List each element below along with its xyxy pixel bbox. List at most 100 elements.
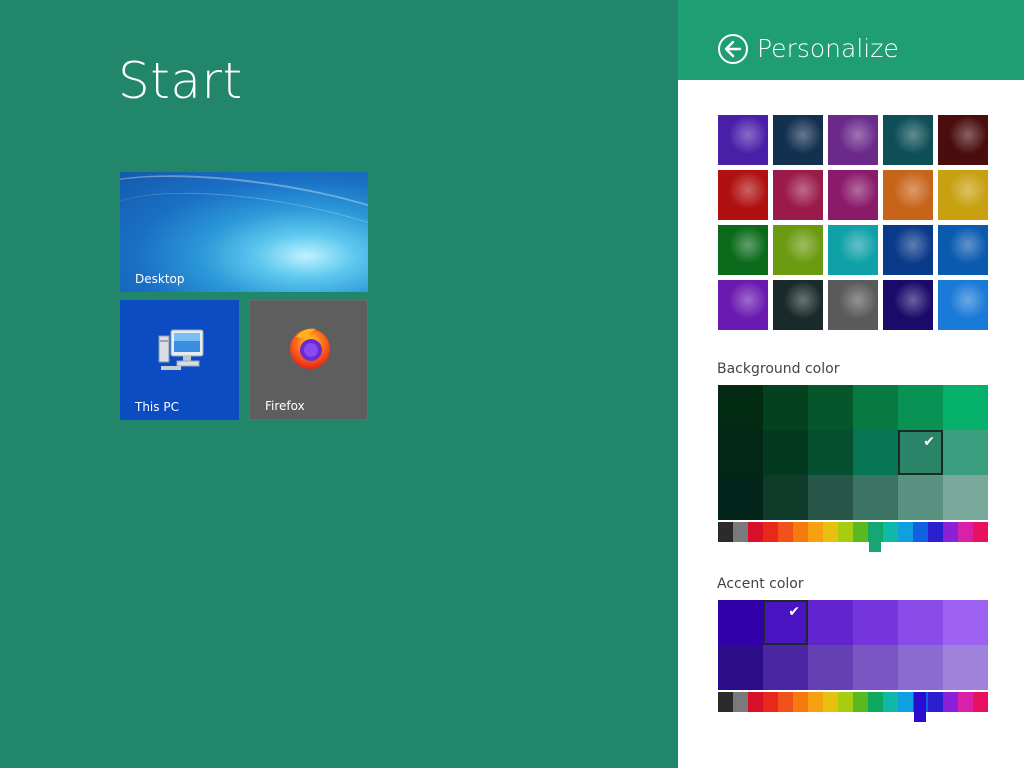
accent-hue-segment[interactable] [928,692,943,712]
accent-hue-segment[interactable] [898,692,913,712]
background-hue-segment[interactable] [748,522,763,542]
accent-hue-segment[interactable] [883,692,898,712]
accent-hue-segment[interactable] [763,692,778,712]
this-pc-tile[interactable]: This PC [120,300,239,420]
start-pattern-option[interactable] [718,115,768,165]
start-pattern-option[interactable] [883,280,933,330]
accent-hue-segment[interactable] [748,692,763,712]
accent-color-swatch[interactable] [898,645,943,690]
accent-color-grid: ✔ [718,600,988,690]
start-pattern-option[interactable] [718,170,768,220]
accent-color-swatch[interactable] [853,600,898,645]
background-color-swatch[interactable]: ✔ [898,430,943,475]
background-color-label: Background color [717,361,840,377]
accent-color-label: Accent color [717,576,804,592]
background-hue-thumb[interactable] [869,522,881,552]
start-pattern-option[interactable] [938,225,988,275]
accent-color-swatch[interactable] [808,645,853,690]
start-pattern-option[interactable] [828,225,878,275]
background-color-swatch[interactable] [898,385,943,430]
accent-hue-segment[interactable] [793,692,808,712]
background-hue-segment[interactable] [763,522,778,542]
back-button[interactable] [718,34,748,64]
background-color-swatch[interactable] [763,475,808,520]
background-color-swatch[interactable] [898,475,943,520]
background-hue-segment[interactable] [733,522,748,542]
checkmark-icon: ✔ [923,434,935,450]
accent-hue-segment[interactable] [838,692,853,712]
firefox-icon [290,328,330,369]
desktop-tile[interactable]: Desktop [120,172,368,292]
accent-color-swatch[interactable] [763,645,808,690]
accent-color-swatch[interactable] [943,645,988,690]
accent-color-swatch[interactable] [718,600,763,645]
background-hue-segment[interactable] [853,522,868,542]
accent-hue-segment[interactable] [973,692,988,712]
background-color-swatch[interactable] [718,385,763,430]
accent-hue-segment[interactable] [778,692,793,712]
personalize-pane: Personalize Background color ✔ Accent co… [678,0,1024,768]
accent-hue-segment[interactable] [808,692,823,712]
start-pattern-option[interactable] [773,280,823,330]
firefox-tile[interactable]: Firefox [249,300,368,420]
background-hue-slider[interactable] [718,522,988,552]
start-pattern-option[interactable] [718,280,768,330]
accent-hue-segment[interactable] [718,692,733,712]
background-color-swatch[interactable] [853,475,898,520]
start-pattern-option[interactable] [718,225,768,275]
start-pattern-option[interactable] [883,225,933,275]
accent-color-swatch[interactable] [808,600,853,645]
background-color-swatch[interactable] [763,430,808,475]
accent-hue-segment[interactable] [823,692,838,712]
background-hue-segment[interactable] [808,522,823,542]
accent-color-swatch[interactable] [943,600,988,645]
accent-color-swatch[interactable] [898,600,943,645]
start-pattern-option[interactable] [773,225,823,275]
background-hue-segment[interactable] [928,522,943,542]
accent-color-swatch[interactable] [718,645,763,690]
start-pattern-option[interactable] [828,115,878,165]
accent-hue-thumb[interactable] [914,692,926,722]
background-color-swatch[interactable] [853,430,898,475]
background-color-swatch[interactable] [718,475,763,520]
background-hue-segment[interactable] [778,522,793,542]
this-pc-tile-label: This PC [135,400,179,414]
start-pattern-option[interactable] [883,115,933,165]
start-pattern-option[interactable] [883,170,933,220]
start-pattern-option[interactable] [828,280,878,330]
background-hue-segment[interactable] [973,522,988,542]
start-pattern-option[interactable] [773,115,823,165]
accent-hue-slider[interactable] [718,692,988,722]
accent-color-swatch[interactable]: ✔ [763,600,808,645]
accent-color-swatch[interactable] [853,645,898,690]
background-color-swatch[interactable] [808,475,853,520]
accent-hue-segment[interactable] [943,692,958,712]
accent-hue-segment[interactable] [868,692,883,712]
background-color-swatch[interactable] [943,475,988,520]
background-color-swatch[interactable] [763,385,808,430]
background-color-swatch[interactable] [808,430,853,475]
start-pattern-option[interactable] [828,170,878,220]
background-hue-segment[interactable] [943,522,958,542]
background-color-swatch[interactable] [808,385,853,430]
start-pattern-option[interactable] [938,280,988,330]
background-color-swatch[interactable] [943,430,988,475]
personalize-title: Personalize [757,34,899,63]
background-hue-segment[interactable] [838,522,853,542]
background-color-swatch[interactable] [853,385,898,430]
background-color-swatch[interactable] [718,430,763,475]
background-hue-segment[interactable] [793,522,808,542]
start-pattern-option[interactable] [773,170,823,220]
background-hue-segment[interactable] [958,522,973,542]
background-hue-segment[interactable] [883,522,898,542]
accent-hue-segment[interactable] [733,692,748,712]
start-pattern-option[interactable] [938,115,988,165]
start-pattern-option[interactable] [938,170,988,220]
accent-hue-segment[interactable] [853,692,868,712]
accent-hue-segment[interactable] [958,692,973,712]
background-color-swatch[interactable] [943,385,988,430]
background-hue-segment[interactable] [898,522,913,542]
background-hue-segment[interactable] [823,522,838,542]
background-hue-segment[interactable] [718,522,733,542]
background-hue-segment[interactable] [913,522,928,542]
